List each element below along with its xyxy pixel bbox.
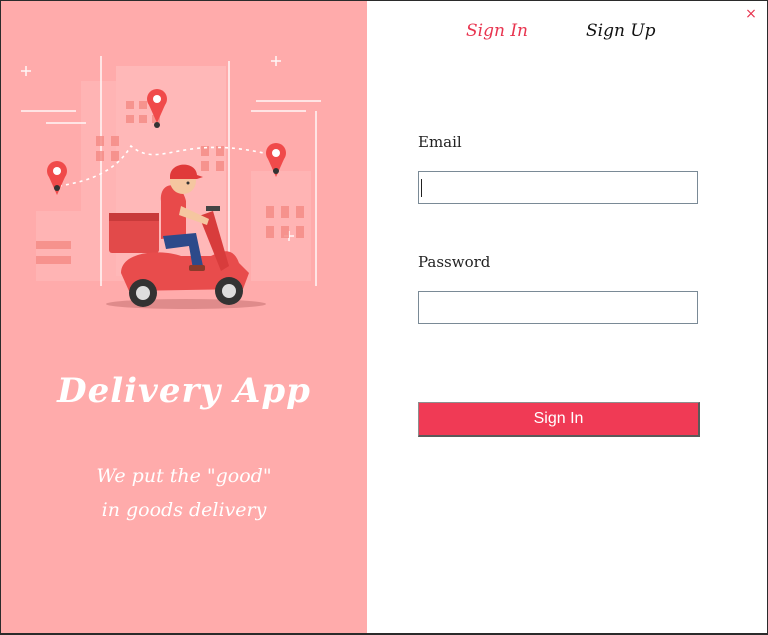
email-field[interactable] [418,171,698,204]
tagline-line-1: We put the "good" [96,465,272,487]
tab-sign-in[interactable]: Sign In [466,21,528,41]
text-caret [421,179,422,197]
tagline-line-2: in goods delivery [101,499,267,521]
tab-sign-up[interactable]: Sign Up [586,21,656,41]
email-label: Email [418,133,462,151]
sign-in-button[interactable]: Sign In [418,402,700,437]
branding-panel: Delivery App We put the "good" in goods … [1,1,367,634]
password-label: Password [418,253,491,271]
password-field[interactable] [418,291,698,324]
delivery-scooter-illustration [21,56,321,309]
app-name: Delivery App [57,371,311,411]
auth-panel: Sign In Sign Up × Email Password Sign In [367,1,767,634]
app-window: Delivery App We put the "good" in goods … [0,0,768,635]
close-icon[interactable]: × [744,6,758,22]
